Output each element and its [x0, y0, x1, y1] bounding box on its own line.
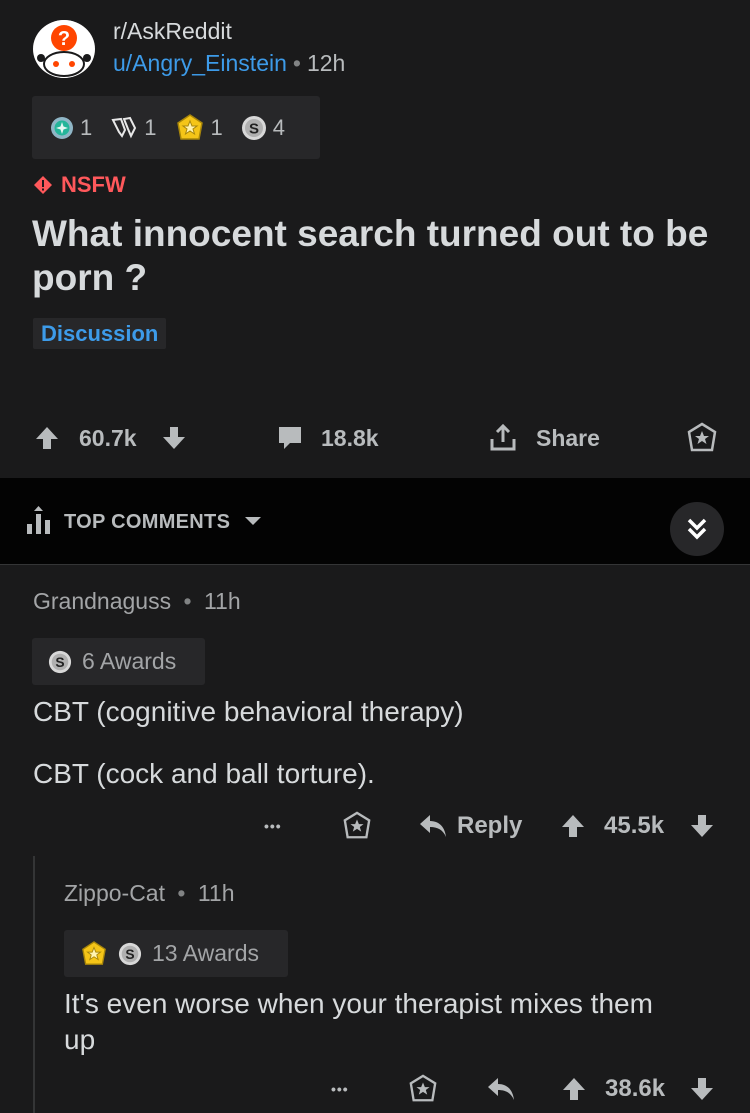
meta-separator: •: [292, 50, 301, 76]
reply-arrow-icon: [420, 815, 446, 837]
silver-coin-icon: S: [118, 942, 142, 965]
comment-paragraph: It's even worse when your therapist mixe…: [64, 988, 653, 1055]
gold-star-icon: [176, 113, 203, 140]
medal-icon: [51, 116, 73, 139]
award-button[interactable]: [686, 418, 718, 458]
award-medal: 1: [50, 115, 92, 141]
comment-body: It's even worse when your therapist mixe…: [64, 986, 684, 1058]
share-label: Share: [536, 424, 600, 451]
award-count: 1: [210, 114, 223, 140]
silver-coin-icon: S: [241, 115, 266, 140]
comment-score: 45.5k: [604, 812, 665, 839]
comment-actions: ••• 38.6k: [0, 1069, 750, 1109]
comment-meta: Grandnaguss • 11h: [33, 588, 241, 615]
post-meta: u/Angry_Einstein • 12h: [113, 50, 345, 77]
award-count: 4: [272, 114, 285, 140]
comment-upvote-button[interactable]: [560, 806, 586, 846]
meta-separator: •: [177, 880, 186, 906]
comment-paragraph: CBT (cock and ball torture).: [33, 758, 375, 789]
comment-author[interactable]: Zippo-Cat: [64, 880, 165, 906]
sort-bar: TOP COMMENTS: [0, 478, 750, 565]
sort-bars-icon: [27, 506, 50, 534]
clapping-hands-icon: [111, 116, 137, 138]
award-count: 1: [80, 114, 93, 140]
award-star-icon: [343, 811, 371, 839]
double-chevron-down-icon: [687, 518, 707, 540]
comment-awards[interactable]: S 6 Awards: [32, 638, 205, 685]
post-card: ? r/AskReddit u/Angry_Einstein•12h 1 1: [0, 0, 750, 478]
reply-arrow-icon: [488, 1078, 514, 1100]
give-award-button[interactable]: [342, 806, 372, 846]
awards-label: 13 Awards: [152, 940, 259, 966]
award-silver: S 4: [241, 115, 285, 141]
comment-meta: Zippo-Cat • 11h: [64, 880, 235, 907]
downvote-arrow-icon: [691, 815, 713, 837]
comment-score: 38.6k: [605, 1075, 666, 1102]
comment-bubble-icon: [279, 427, 301, 449]
award-star-icon: [409, 1074, 437, 1102]
more-options-button[interactable]: •••: [264, 806, 282, 846]
post-score: 60.7k: [79, 424, 137, 451]
subreddit-name[interactable]: r/AskReddit: [113, 18, 232, 45]
post-flair[interactable]: Discussion: [33, 318, 167, 349]
award-clapping: 1: [110, 114, 157, 141]
comment-awards[interactable]: S 13 Awards: [64, 930, 288, 977]
svg-text:S: S: [55, 654, 64, 670]
downvote-button[interactable]: [161, 418, 187, 458]
post-title[interactable]: What innocent search turned out to be po…: [32, 212, 712, 300]
collapse-threads-button[interactable]: [670, 502, 724, 556]
share-button[interactable]: Share: [488, 418, 600, 458]
comment-paragraph: CBT (cognitive behavioral therapy): [33, 696, 464, 727]
upvote-button[interactable]: [34, 418, 60, 458]
awards-label: 6 Awards: [82, 648, 177, 674]
svg-text:S: S: [125, 946, 134, 962]
comment-upvote-button[interactable]: [561, 1069, 587, 1109]
gold-star-icon: [82, 940, 106, 965]
post-author[interactable]: u/Angry_Einstein: [113, 50, 287, 76]
askreddit-logo-icon: ?: [35, 20, 93, 78]
nsfw-label: NSFW: [61, 172, 126, 197]
post-actions: 60.7k 18.8k Share: [0, 418, 750, 458]
award-star-icon: [687, 422, 717, 452]
more-options-button[interactable]: •••: [331, 1069, 349, 1109]
comment-author[interactable]: Grandnaguss: [33, 588, 171, 614]
upvote-arrow-icon: [36, 427, 58, 449]
post-awards[interactable]: 1 1 1 S 4: [32, 96, 320, 159]
sort-dropdown[interactable]: TOP COMMENTS: [64, 511, 230, 534]
svg-text:S: S: [249, 120, 259, 137]
reply-button[interactable]: [486, 1069, 516, 1109]
upvote-arrow-icon: [562, 815, 584, 837]
reply-label: Reply: [457, 812, 523, 839]
nsfw-diamond-icon: [34, 176, 52, 194]
share-icon: [490, 423, 516, 451]
subreddit-avatar[interactable]: ?: [33, 20, 95, 78]
comment-downvote-button[interactable]: [689, 1069, 715, 1109]
comment-body: CBT (cognitive behavioral therapy) CBT (…: [33, 694, 723, 792]
post-age: 12h: [306, 50, 346, 76]
award-count: 1: [144, 114, 157, 140]
reply-button[interactable]: Reply: [418, 806, 522, 846]
comment-age: 11h: [203, 588, 241, 614]
svg-text:?: ?: [58, 28, 70, 50]
comment-downvote-button[interactable]: [689, 806, 715, 846]
chevron-down-icon[interactable]: [244, 516, 262, 526]
comments-button[interactable]: 18.8k: [276, 418, 379, 458]
give-award-button[interactable]: [408, 1069, 438, 1109]
award-gold: 1: [175, 113, 223, 142]
silver-coin-icon: S: [48, 650, 72, 673]
comment-count: 18.8k: [321, 424, 379, 451]
meta-separator: •: [183, 588, 192, 614]
upvote-arrow-icon: [563, 1078, 585, 1100]
downvote-arrow-icon: [163, 427, 185, 449]
comment-age: 11h: [197, 880, 235, 906]
nsfw-tag: NSFW: [33, 172, 126, 198]
comment-actions: ••• Reply 45.5k: [0, 806, 750, 846]
downvote-arrow-icon: [691, 1078, 713, 1100]
